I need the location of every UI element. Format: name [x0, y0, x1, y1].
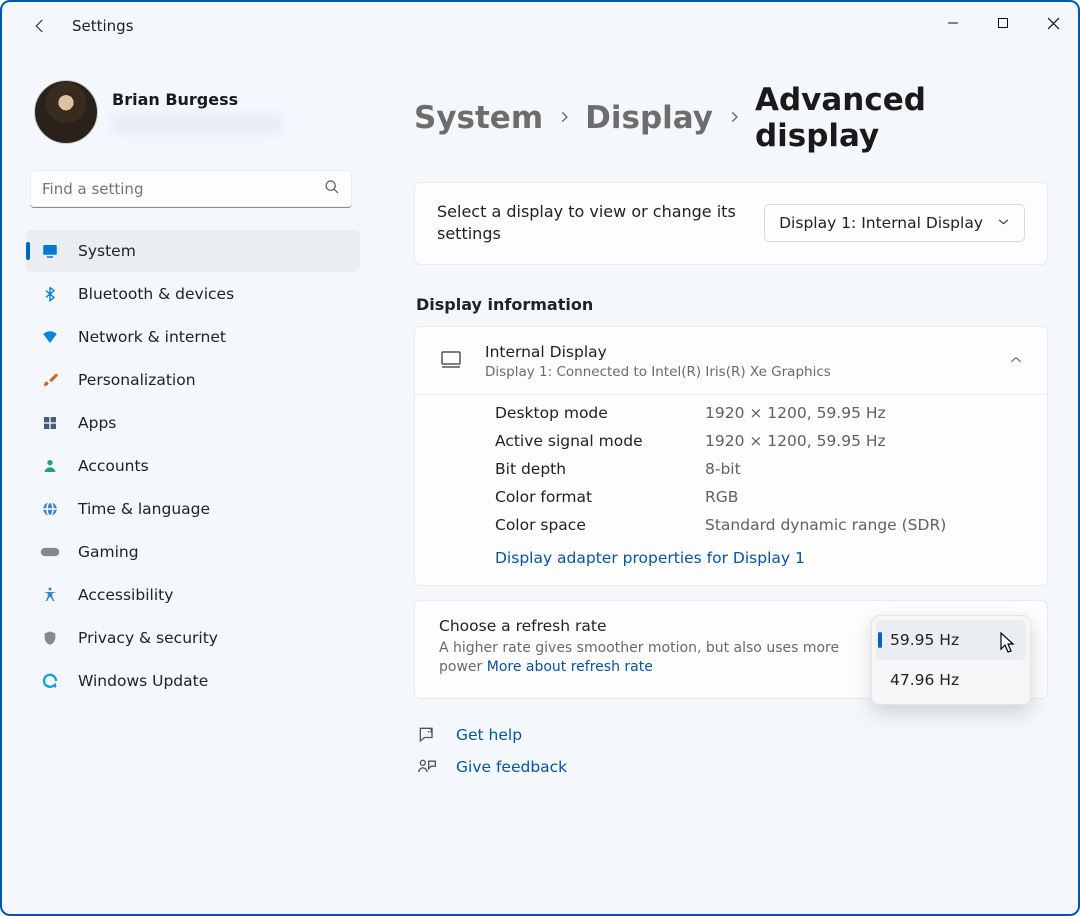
avatar: [34, 80, 98, 144]
info-key: Color format: [495, 488, 665, 506]
sidebar-item-system[interactable]: System: [26, 230, 360, 272]
info-row: Bit depth 8-bit: [495, 455, 1023, 483]
back-button[interactable]: [30, 16, 50, 36]
display-name: Internal Display: [485, 343, 831, 361]
sidebar-item-personalization[interactable]: Personalization: [26, 359, 360, 401]
get-help-row[interactable]: Get help: [416, 725, 1048, 745]
display-dropdown-value: Display 1: Internal Display: [779, 214, 983, 232]
refresh-rate-desc: A higher rate gives smoother motion, but…: [439, 639, 859, 678]
shield-icon: [40, 629, 60, 647]
maximize-button[interactable]: [978, 2, 1028, 44]
monitor-icon: [439, 347, 463, 375]
sidebar-item-label: Accessibility: [78, 586, 173, 604]
breadcrumb-system[interactable]: System: [414, 100, 543, 136]
sidebar-item-label: Privacy & security: [78, 629, 218, 647]
breadcrumb-display[interactable]: Display: [585, 100, 713, 136]
sidebar-item-gaming[interactable]: Gaming: [26, 531, 360, 573]
info-key: Bit depth: [495, 460, 665, 478]
window-title: Settings: [72, 17, 134, 35]
sidebar-item-network-internet[interactable]: Network & internet: [26, 316, 360, 358]
cursor-icon: [1000, 632, 1016, 658]
sidebar-item-windows-update[interactable]: Windows Update: [26, 660, 360, 702]
search-box[interactable]: [30, 170, 352, 208]
display-icon: [40, 242, 60, 260]
display-info-heading: Display information: [416, 295, 1048, 314]
brush-icon: [40, 371, 60, 389]
info-row: Color format RGB: [495, 483, 1023, 511]
info-row: Active signal mode 1920 × 1200, 59.95 Hz: [495, 427, 1023, 455]
sidebar-item-label: Gaming: [78, 543, 139, 561]
sidebar-item-accessibility[interactable]: Accessibility: [26, 574, 360, 616]
info-row: Desktop mode 1920 × 1200, 59.95 Hz: [495, 399, 1023, 427]
nav-list: System Bluetooth & devices Network & inter…: [26, 230, 360, 702]
chevron-right-icon: [557, 109, 571, 128]
accessibility-icon: [40, 586, 60, 604]
display-sub: Display 1: Connected to Intel(R) Iris(R)…: [485, 364, 831, 380]
more-about-refresh-link[interactable]: More about refresh rate: [487, 659, 653, 675]
info-key: Desktop mode: [495, 404, 665, 422]
sidebar-item-privacy-security[interactable]: Privacy & security: [26, 617, 360, 659]
info-row: Color space Standard dynamic range (SDR): [495, 511, 1023, 539]
sidebar-item-label: Time & language: [78, 500, 210, 518]
update-icon: [40, 672, 60, 690]
close-button[interactable]: [1028, 2, 1078, 44]
get-help-link[interactable]: Get help: [456, 726, 522, 744]
person-icon: [40, 457, 60, 475]
sidebar-item-apps[interactable]: Apps: [26, 402, 360, 444]
info-value: Standard dynamic range (SDR): [705, 516, 946, 534]
breadcrumb-current: Advanced display: [755, 82, 1048, 154]
refresh-rate-popup: 59.95 Hz 47.96 Hz: [871, 615, 1031, 705]
give-feedback-link[interactable]: Give feedback: [456, 758, 567, 776]
chevron-down-icon: [997, 214, 1010, 232]
wifi-icon: [40, 328, 60, 346]
feedback-icon: [416, 757, 438, 777]
refresh-option-1[interactable]: 47.96 Hz: [876, 660, 1026, 700]
give-feedback-row[interactable]: Give feedback: [416, 757, 1048, 777]
sidebar-item-label: Network & internet: [78, 328, 226, 346]
adapter-properties-link[interactable]: Display adapter properties for Display 1: [495, 549, 1023, 567]
sidebar-item-label: Windows Update: [78, 672, 208, 690]
help-icon: [416, 725, 438, 745]
info-key: Active signal mode: [495, 432, 665, 450]
breadcrumb: System Display Advanced display: [414, 82, 1048, 154]
refresh-option-0[interactable]: 59.95 Hz: [876, 620, 1026, 660]
sidebar-item-label: System: [78, 242, 136, 260]
chevron-right-icon: [727, 109, 741, 128]
sidebar-item-label: Apps: [78, 414, 116, 432]
sidebar-item-label: Accounts: [78, 457, 149, 475]
select-display-label: Select a display to view or change its s…: [437, 201, 737, 246]
select-display-card: Select a display to view or change its s…: [414, 182, 1048, 265]
profile-block[interactable]: Brian Burgess: [26, 62, 360, 168]
sidebar-item-label: Bluetooth & devices: [78, 285, 234, 303]
apps-icon: [40, 415, 60, 431]
search-icon: [324, 179, 340, 199]
globe-icon: [40, 500, 60, 518]
search-input[interactable]: [30, 170, 352, 208]
info-value: RGB: [705, 488, 738, 506]
info-value: 1920 × 1200, 59.95 Hz: [705, 404, 886, 422]
profile-email-blurred: [112, 113, 282, 135]
refresh-rate-card: Choose a refresh rate A higher rate give…: [414, 600, 1048, 699]
profile-name: Brian Burgess: [112, 90, 282, 109]
display-dropdown[interactable]: Display 1: Internal Display: [764, 204, 1025, 242]
info-value: 1920 × 1200, 59.95 Hz: [705, 432, 886, 450]
sidebar-item-accounts[interactable]: Accounts: [26, 445, 360, 487]
sidebar-item-time-language[interactable]: Time & language: [26, 488, 360, 530]
bluetooth-icon: [40, 285, 60, 303]
info-key: Color space: [495, 516, 665, 534]
minimize-button[interactable]: [928, 2, 978, 44]
info-value: 8-bit: [705, 460, 741, 478]
display-info-header[interactable]: Internal Display Display 1: Connected to…: [415, 327, 1047, 394]
display-info-card: Internal Display Display 1: Connected to…: [414, 326, 1048, 586]
sidebar-item-label: Personalization: [78, 371, 196, 389]
gamepad-icon: [40, 545, 60, 559]
chevron-up-icon: [1009, 352, 1023, 371]
sidebar-item-bluetooth-devices[interactable]: Bluetooth & devices: [26, 273, 360, 315]
